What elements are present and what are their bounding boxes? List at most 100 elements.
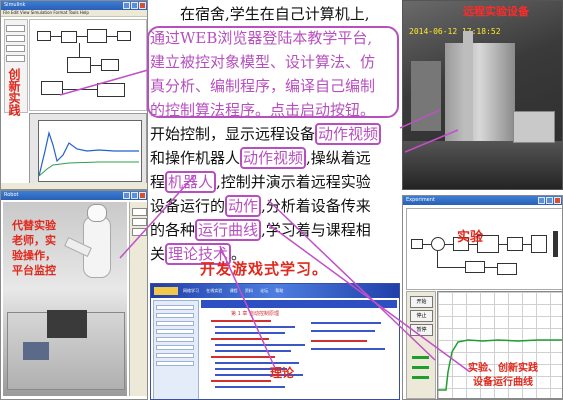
web-menu-item[interactable]: 帮助	[275, 288, 283, 293]
simulink-title: Simulink	[4, 2, 26, 8]
para-text: 设备运行的	[150, 197, 226, 215]
diagram-block[interactable]	[117, 31, 131, 41]
web-sidebar-item[interactable]	[156, 353, 194, 358]
window-controls[interactable]	[122, 192, 146, 199]
pause-button[interactable]: 暂停	[410, 324, 433, 336]
toc-entry[interactable]	[215, 326, 295, 328]
diagram-block[interactable]	[507, 237, 523, 251]
robot-caption-line: 平台监控	[12, 264, 56, 277]
device-cart	[513, 111, 555, 143]
start-button[interactable]: 开始	[410, 296, 433, 308]
close-icon[interactable]	[554, 197, 561, 204]
minimize-icon[interactable]	[123, 192, 130, 199]
param-field[interactable]	[6, 45, 25, 52]
simulink-titlebar[interactable]: Simulink	[1, 1, 147, 10]
para-text: 程	[150, 173, 166, 191]
slogan: 开发游戏式学习。	[200, 260, 329, 278]
device-frame	[445, 43, 515, 153]
toc-entry[interactable]	[215, 344, 305, 346]
toc-entry[interactable]	[311, 340, 367, 342]
status-bar	[1, 183, 147, 189]
signal-wire	[79, 43, 80, 57]
window-controls[interactable]	[537, 197, 561, 204]
para-text: ,学习着与课程相	[261, 221, 371, 239]
selector-switch[interactable]	[553, 231, 558, 257]
para-text: 和操作机器人	[150, 149, 241, 167]
diagram-block[interactable]	[465, 261, 485, 273]
para-text: 开始控制，显示远程设备	[150, 125, 316, 143]
web-sidebar-item[interactable]	[156, 329, 194, 334]
diagram-block[interactable]	[101, 59, 119, 71]
close-icon[interactable]	[139, 192, 146, 199]
window-controls[interactable]	[122, 2, 146, 9]
toc-entry[interactable]	[211, 380, 271, 382]
para-line: 开始控制，显示远程设备 动作视频	[150, 122, 400, 146]
toc-entry[interactable]	[211, 320, 271, 322]
diagram-block[interactable]	[61, 31, 77, 43]
diagram-block[interactable]	[497, 263, 517, 275]
web-menu-item[interactable]: 论坛	[260, 288, 268, 293]
para-line: 和操作机器人 动作视频 ,操纵着远	[150, 146, 400, 170]
panel-button[interactable]	[132, 228, 147, 236]
toc-entry[interactable]	[211, 338, 269, 340]
toc-entry[interactable]	[311, 330, 375, 332]
diagram-block[interactable]	[411, 239, 423, 249]
web-menu-item[interactable]: 在线实验	[206, 288, 222, 293]
web-menu-item[interactable]: 网络学习	[183, 288, 199, 293]
minimize-icon[interactable]	[538, 197, 545, 204]
web-sidebar-item[interactable]	[156, 305, 194, 310]
signal-wire	[91, 65, 101, 66]
web-sidebar-item[interactable]	[156, 345, 194, 350]
simulink-menubar[interactable]: File Edit View Simulation Format Tools H…	[1, 10, 147, 17]
param-field[interactable]	[6, 25, 25, 32]
param-field[interactable]	[6, 55, 25, 62]
signal-wire	[77, 36, 87, 37]
robot-titlebar[interactable]: Robot	[1, 191, 147, 200]
diagram-block[interactable]	[97, 83, 125, 97]
diagram-block[interactable]	[87, 29, 107, 43]
experiment-label: 实验	[457, 230, 484, 245]
toc-entry[interactable]	[215, 332, 285, 334]
web-sidebar-item[interactable]	[156, 313, 194, 318]
close-icon[interactable]	[139, 2, 146, 9]
toc-entry[interactable]	[211, 356, 275, 358]
experiment-titlebar[interactable]: Experiment	[403, 196, 562, 205]
diagram-block[interactable]	[41, 81, 63, 95]
para-text: 关	[150, 245, 166, 263]
toc-entry[interactable]	[311, 348, 385, 350]
web-menu-item[interactable]: 课程	[230, 288, 238, 293]
minimize-icon[interactable]	[123, 2, 130, 9]
panel-button[interactable]	[132, 218, 147, 226]
panel-button[interactable]	[132, 208, 147, 216]
lab-device	[47, 310, 87, 338]
web-menu[interactable]: 网络学习 在线实验 课程 资料 论坛 帮助	[183, 288, 283, 295]
para-line: 的各种 运行曲线 ,学习着与课程相	[150, 218, 400, 242]
simulink-window[interactable]: Simulink File Edit View Simulation Forma…	[0, 0, 148, 190]
web-sidebar-item[interactable]	[156, 361, 194, 366]
web-sidebar-item[interactable]	[156, 321, 194, 326]
web-platform-window[interactable]: 网络学习 在线实验 课程 资料 论坛 帮助 第 1 章 自动控制原理	[150, 283, 400, 400]
signal-wire	[51, 36, 61, 37]
diagram-block[interactable]	[37, 31, 51, 41]
param-field[interactable]	[6, 35, 25, 42]
web-menu-item[interactable]: 资料	[245, 288, 253, 293]
robot-title: Robot	[4, 192, 19, 198]
toc-entry[interactable]	[215, 350, 291, 352]
diagram-block[interactable]	[431, 237, 445, 251]
maximize-icon[interactable]	[546, 197, 553, 204]
toc-entry[interactable]	[311, 322, 381, 324]
scope-window[interactable]	[29, 113, 147, 189]
web-logo	[154, 287, 178, 295]
diagram-block[interactable]	[531, 235, 547, 253]
robot-highlight: 机器人	[165, 171, 217, 193]
maximize-icon[interactable]	[131, 192, 138, 199]
diagram-block[interactable]	[67, 57, 91, 73]
toc-entry[interactable]	[215, 386, 285, 388]
device-panel	[411, 61, 441, 131]
signal-wire	[445, 244, 453, 245]
curve-highlight: 运行曲线	[195, 219, 262, 241]
maximize-icon[interactable]	[131, 2, 138, 9]
experiment-caption-line: 设备运行曲线	[473, 377, 533, 388]
stop-button[interactable]: 停止	[410, 310, 433, 322]
web-sidebar-item[interactable]	[156, 337, 194, 342]
